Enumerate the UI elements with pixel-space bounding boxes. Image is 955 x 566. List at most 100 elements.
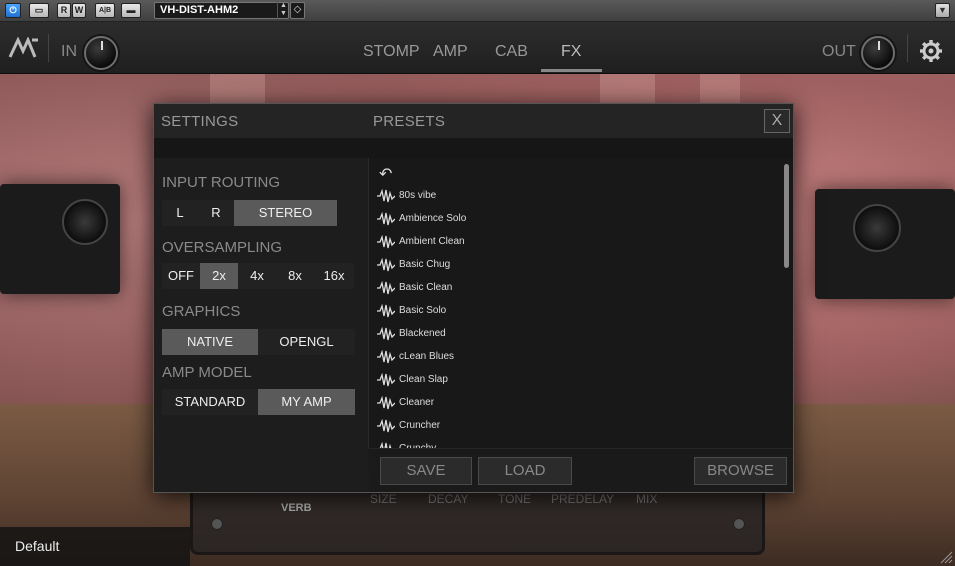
- modal-header: [154, 104, 793, 138]
- header-divider: [907, 34, 908, 62]
- oversampling-16x-option[interactable]: 16x: [314, 263, 354, 289]
- preset-item[interactable]: Clean Slap: [377, 368, 777, 391]
- graphics-label: GRAPHICS: [162, 303, 241, 320]
- load-button[interactable]: LOAD: [478, 457, 572, 485]
- preset-list: ↶ 80s vibe Ambience Solo Ambient Clean Basi…: [377, 164, 777, 448]
- preset-item[interactable]: Basic Chug: [377, 253, 777, 276]
- tab-amp[interactable]: AMP: [433, 43, 468, 61]
- write-button[interactable]: W: [72, 3, 86, 18]
- preset-name: Basic Clean: [399, 282, 453, 293]
- preset-item[interactable]: Ambient Clean: [377, 230, 777, 253]
- footer-preset-label[interactable]: Default: [15, 538, 59, 554]
- presets-title: PRESETS: [373, 113, 446, 130]
- waveform-icon: [377, 303, 395, 317]
- host-preset-field[interactable]: VH-DIST-AHM2: [154, 2, 289, 19]
- input-routing-label: INPUT ROUTING: [162, 174, 281, 191]
- waveform-icon: [377, 257, 395, 271]
- preset-item[interactable]: Cleaner: [377, 391, 777, 414]
- host-toolbar: ⏻ ▭ R W A|B ▬ VH-DIST-AHM2 ▲ ▼ ◇ ▼: [0, 0, 955, 22]
- header-divider: [48, 34, 49, 62]
- graphics-opengl-option[interactable]: OPENGL: [258, 329, 355, 355]
- settings-presets-modal: SETTINGS PRESETS X INPUT ROUTING L R STE…: [153, 103, 794, 493]
- preset-name: Ambient Clean: [399, 236, 465, 247]
- waveform-icon: [377, 234, 395, 248]
- browse-button[interactable]: BROWSE: [694, 457, 787, 485]
- waveform-icon: [377, 372, 395, 386]
- host-dropdown-icon[interactable]: ▼: [935, 3, 950, 18]
- waveform-icon: [377, 418, 395, 432]
- screw: [211, 518, 223, 530]
- preset-item[interactable]: Basic Clean: [377, 276, 777, 299]
- preset-item[interactable]: 80s vibe: [377, 184, 777, 207]
- preset-item[interactable]: Basic Solo: [377, 299, 777, 322]
- input-label: IN: [61, 43, 77, 60]
- preset-name: Clean Slap: [399, 374, 448, 385]
- logo-icon: [8, 37, 38, 58]
- verb-section-label: VERB: [281, 502, 312, 514]
- preset-name: Basic Solo: [399, 305, 447, 316]
- close-button[interactable]: X: [764, 109, 790, 133]
- param-size: SIZE: [370, 492, 397, 506]
- tab-cab[interactable]: CAB: [495, 43, 528, 61]
- back-arrow-icon[interactable]: ↶: [377, 164, 777, 184]
- graphics-native-option[interactable]: NATIVE: [162, 329, 258, 355]
- waveform-icon: [377, 211, 395, 225]
- preset-diamond-icon[interactable]: ◇: [290, 2, 305, 19]
- read-button[interactable]: R: [57, 3, 71, 18]
- oversampling-label: OVERSAMPLING: [162, 239, 283, 256]
- output-knob[interactable]: [861, 36, 895, 70]
- preset-name: Blackened: [399, 328, 446, 339]
- settings-title: SETTINGS: [161, 113, 239, 130]
- plugin-header: IN STOMP AMP CAB FX OUT: [0, 22, 955, 74]
- routing-r-option[interactable]: R: [198, 200, 234, 226]
- param-mix: MIX: [636, 492, 658, 506]
- param-decay: DECAY: [428, 492, 469, 506]
- input-knob[interactable]: [84, 36, 118, 70]
- oversampling-2x-option[interactable]: 2x: [200, 263, 238, 289]
- preset-name: Cruncher: [399, 420, 441, 431]
- waveform-icon: [377, 349, 395, 363]
- menu-icon[interactable]: ▬: [121, 3, 141, 18]
- oversampling-4x-option[interactable]: 4x: [238, 263, 276, 289]
- preset-spin-icon[interactable]: ▲ ▼: [277, 2, 289, 19]
- waveform-icon: [377, 280, 395, 294]
- active-tab-indicator: [541, 69, 602, 72]
- preset-item[interactable]: Blackened: [377, 322, 777, 345]
- waveform-icon: [377, 395, 395, 409]
- preset-item[interactable]: Ambience Solo: [377, 207, 777, 230]
- output-label: OUT: [822, 43, 856, 60]
- preset-name: cLean Blues: [399, 351, 455, 362]
- save-button[interactable]: SAVE: [380, 457, 472, 485]
- power-icon[interactable]: ⏻: [5, 3, 21, 18]
- tab-fx[interactable]: FX: [561, 43, 581, 61]
- waveform-icon: [377, 188, 395, 202]
- oversampling-off-option[interactable]: OFF: [162, 263, 200, 289]
- right-speaker: [815, 189, 955, 299]
- routing-stereo-option[interactable]: STEREO: [234, 200, 337, 226]
- resize-handle-icon[interactable]: [937, 548, 953, 564]
- left-speaker: [0, 184, 120, 294]
- waveform-icon: [377, 326, 395, 340]
- param-predelay: PREDELAY: [551, 492, 615, 506]
- preset-name: Ambience Solo: [399, 213, 467, 224]
- amp-model-label: AMP MODEL: [162, 364, 252, 381]
- modal-subbar: [154, 138, 793, 158]
- preset-name: Basic Chug: [399, 259, 451, 270]
- preset-item[interactable]: Crunchy: [377, 437, 777, 448]
- preset-item[interactable]: Cruncher: [377, 414, 777, 437]
- preset-scrollbar[interactable]: [784, 164, 789, 268]
- amp-model-myamp-option[interactable]: MY AMP: [258, 389, 355, 415]
- amp-model-standard-option[interactable]: STANDARD: [162, 389, 258, 415]
- tab-stomp[interactable]: STOMP: [363, 43, 420, 61]
- oversampling-8x-option[interactable]: 8x: [276, 263, 314, 289]
- preset-name: Cleaner: [399, 397, 435, 408]
- screw: [733, 518, 745, 530]
- gear-icon[interactable]: [919, 39, 943, 63]
- preset-list-panel: ↶ 80s vibe Ambience Solo Ambient Clean Basi…: [369, 158, 793, 448]
- preset-name: 80s vibe: [399, 190, 437, 201]
- routing-l-option[interactable]: L: [162, 200, 198, 226]
- preset-item[interactable]: cLean Blues: [377, 345, 777, 368]
- param-tone: TONE: [498, 492, 532, 506]
- compare-icon[interactable]: ▭: [29, 3, 49, 18]
- ab-button[interactable]: A|B: [95, 3, 115, 18]
